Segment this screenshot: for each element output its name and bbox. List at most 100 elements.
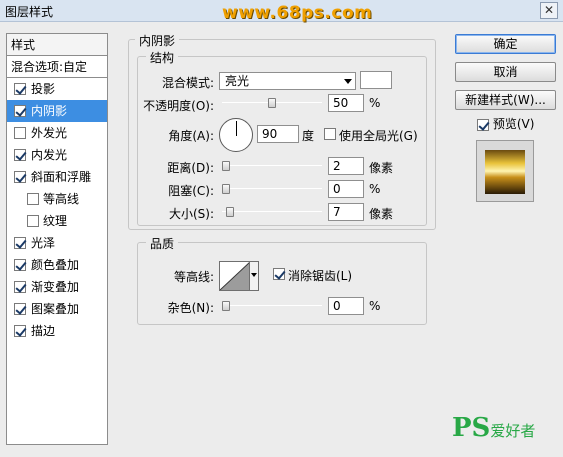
style-item-checkbox[interactable] (14, 325, 26, 337)
style-item-label: 外发光 (31, 126, 68, 140)
style-item-checkbox[interactable] (14, 281, 26, 293)
close-icon[interactable]: ✕ (540, 2, 558, 19)
style-item-checkbox[interactable] (14, 259, 26, 271)
noise-label: 杂色(N): (167, 301, 214, 315)
opacity-slider-handle[interactable] (268, 98, 276, 108)
blend-options-item[interactable]: 混合选项:自定 (7, 56, 107, 78)
ok-button[interactable]: 确定 (455, 34, 556, 54)
antialias-label: 消除锯齿(L) (288, 269, 353, 283)
style-item-checkbox[interactable] (14, 303, 26, 315)
size-label: 大小(S): (168, 207, 214, 221)
contour-dropdown-icon[interactable] (249, 262, 258, 290)
size-slider[interactable] (222, 207, 322, 217)
choke-unit: % (369, 182, 381, 196)
antialias-checkbox[interactable] (273, 268, 285, 280)
style-item[interactable]: 颜色叠加 (7, 254, 107, 276)
preview-toggle[interactable]: 预览(V) (477, 115, 534, 132)
style-preview (476, 140, 534, 202)
style-item-label: 光泽 (31, 236, 56, 250)
site-watermark: www.68ps.com (222, 3, 373, 23)
style-item-label: 纹理 (43, 214, 68, 228)
style-item-label: 内发光 (31, 148, 68, 162)
contour-label: 等高线: (173, 270, 214, 284)
styles-list: 样式 混合选项:自定 投影内阴影外发光内发光斜面和浮雕等高线纹理光泽颜色叠加渐变… (6, 33, 108, 445)
angle-dial[interactable] (219, 118, 253, 152)
size-input[interactable]: 7 (328, 203, 364, 221)
ps-watermark-text: 爱好者 (490, 422, 536, 440)
style-item-checkbox[interactable] (14, 105, 26, 117)
opacity-label: 不透明度(O): (143, 99, 214, 113)
style-item-checkbox[interactable] (14, 171, 26, 183)
style-item[interactable]: 纹理 (7, 210, 107, 232)
style-item-checkbox[interactable] (14, 83, 26, 95)
noise-input[interactable]: 0 (328, 297, 364, 315)
blend-mode-value: 亮光 (225, 74, 250, 88)
style-item[interactable]: 光泽 (7, 232, 107, 254)
choke-slider[interactable] (222, 184, 322, 194)
quality-title: 品质 (146, 235, 179, 252)
style-item-label: 图案叠加 (31, 302, 80, 316)
distance-input[interactable]: 2 (328, 157, 364, 175)
preview-label: 预览(V) (492, 117, 535, 131)
opacity-unit: % (369, 96, 381, 110)
style-item-checkbox[interactable] (14, 237, 26, 249)
angle-label: 角度(A): (168, 129, 214, 143)
style-item-label: 描边 (31, 324, 56, 338)
preview-checkbox[interactable] (477, 118, 489, 131)
style-item-label: 等高线 (43, 192, 80, 206)
size-slider-handle[interactable] (226, 207, 234, 217)
blend-color-swatch[interactable] (360, 71, 392, 89)
style-item-checkbox[interactable] (14, 149, 26, 161)
style-item-checkbox[interactable] (27, 193, 39, 205)
style-item[interactable]: 渐变叠加 (7, 276, 107, 298)
noise-slider[interactable] (222, 301, 322, 311)
ps-watermark-logo: PS爱好者 (452, 413, 535, 446)
style-item[interactable]: 描边 (7, 320, 107, 342)
style-item[interactable]: 内发光 (7, 144, 107, 166)
style-item[interactable]: 投影 (7, 78, 107, 100)
choke-input[interactable]: 0 (328, 180, 364, 198)
distance-unit: 像素 (369, 161, 394, 175)
distance-slider[interactable] (222, 161, 322, 171)
contour-picker[interactable] (219, 261, 259, 291)
window-title: 图层样式 (5, 5, 54, 19)
style-item[interactable]: 内阴影 (7, 100, 107, 122)
chevron-down-icon (344, 79, 352, 84)
title-bar: 图层样式 www.68ps.com ✕ (0, 0, 563, 23)
style-item[interactable]: 图案叠加 (7, 298, 107, 320)
contour-curve-icon (220, 262, 250, 290)
angle-dial-hand (236, 121, 237, 136)
structure-title: 结构 (146, 49, 179, 66)
global-light-checkbox[interactable] (324, 128, 336, 140)
style-item[interactable]: 斜面和浮雕 (7, 166, 107, 188)
distance-slider-handle[interactable] (222, 161, 230, 171)
noise-unit: % (369, 299, 381, 313)
blend-mode-label: 混合模式: (161, 76, 214, 90)
style-item[interactable]: 外发光 (7, 122, 107, 144)
cancel-button[interactable]: 取消 (455, 62, 556, 82)
ps-watermark-letters: PS (452, 413, 491, 443)
style-item-label: 渐变叠加 (31, 280, 80, 294)
angle-input[interactable]: 90 (257, 125, 299, 143)
noise-slider-handle[interactable] (222, 301, 230, 311)
style-item-checkbox[interactable] (14, 127, 26, 139)
style-item-label: 内阴影 (31, 104, 68, 118)
choke-label: 阻塞(C): (168, 184, 214, 198)
new-style-button[interactable]: 新建样式(W)... (455, 90, 556, 110)
choke-slider-handle[interactable] (222, 184, 230, 194)
style-preview-thumbnail (485, 150, 525, 194)
blend-mode-select[interactable]: 亮光 (219, 72, 356, 90)
style-item-label: 投影 (31, 82, 56, 96)
style-item-checkbox[interactable] (27, 215, 39, 227)
opacity-input[interactable]: 50 (328, 94, 364, 112)
style-item-label: 颜色叠加 (31, 258, 80, 272)
styles-header[interactable]: 样式 (7, 34, 107, 56)
distance-label: 距离(D): (167, 161, 214, 175)
style-item[interactable]: 等高线 (7, 188, 107, 210)
size-unit: 像素 (369, 207, 394, 221)
global-light-label: 使用全局光(G) (339, 129, 418, 143)
style-item-label: 斜面和浮雕 (31, 170, 92, 184)
angle-unit: 度 (302, 129, 315, 143)
inner-shadow-title: 内阴影 (135, 32, 180, 49)
opacity-slider[interactable] (222, 98, 322, 108)
